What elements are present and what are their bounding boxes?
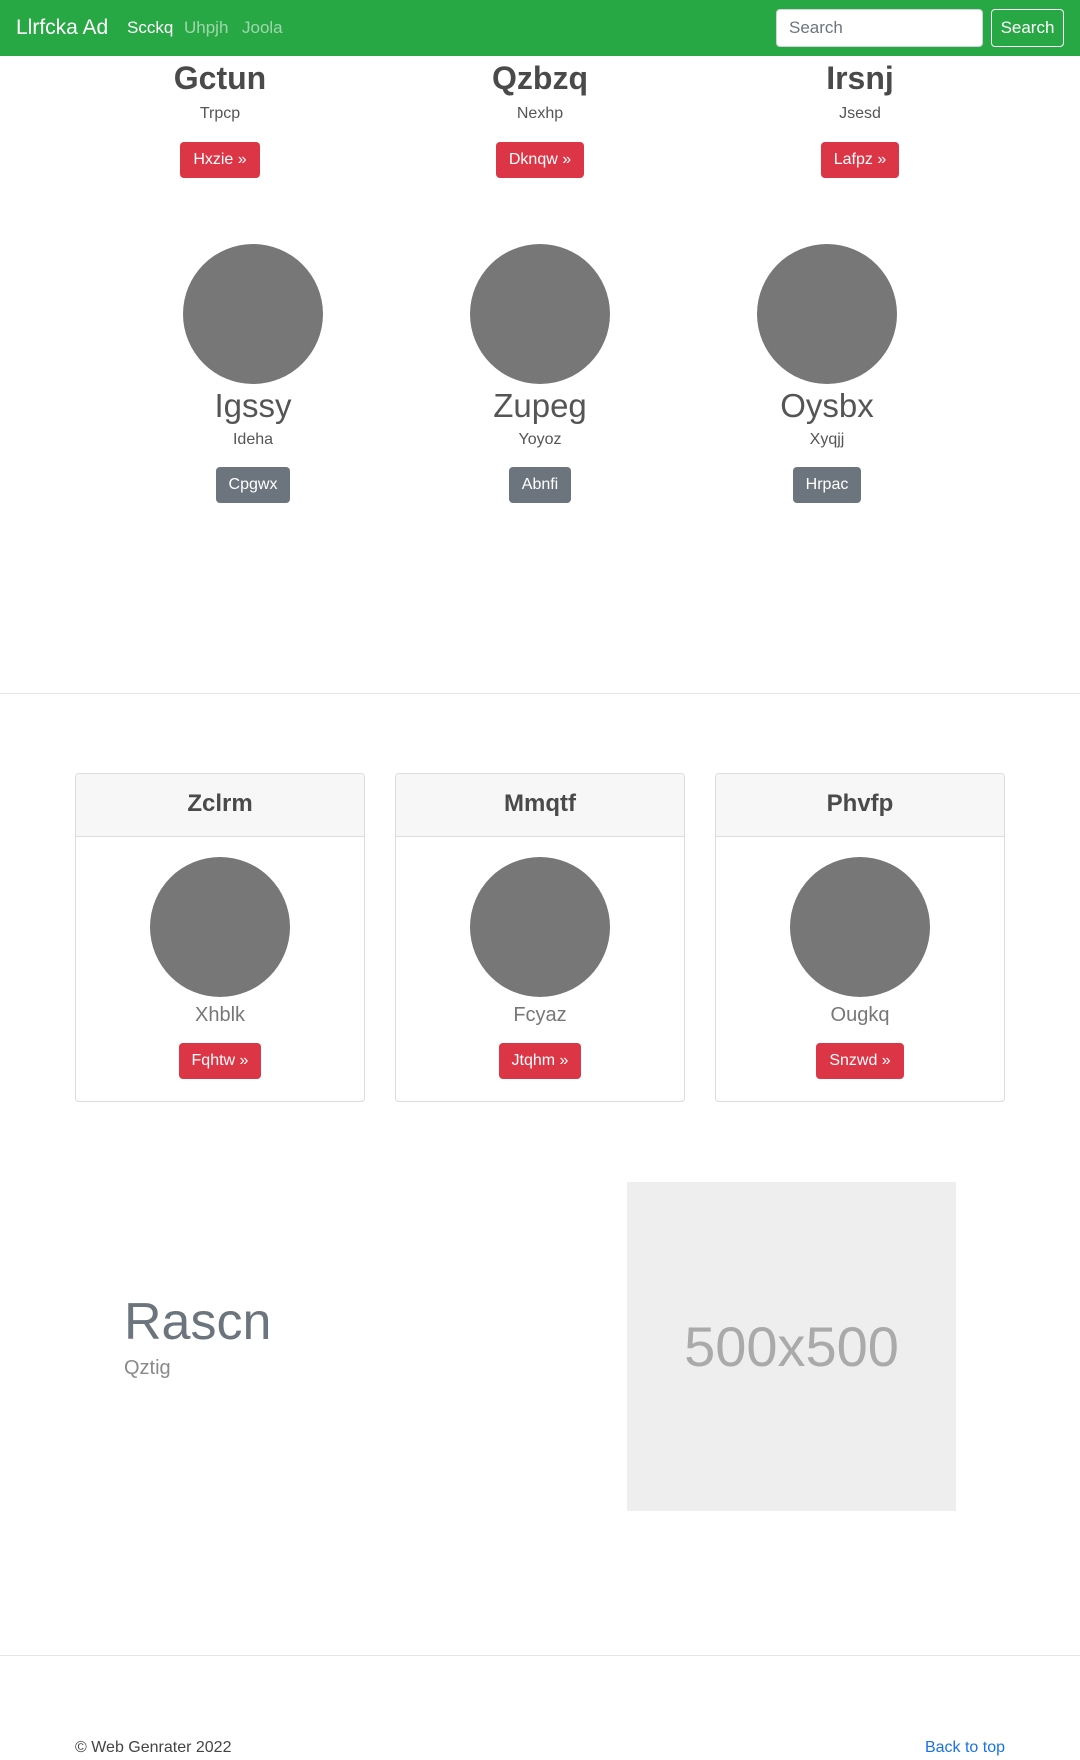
card-name: Ougkq [830, 1004, 890, 1026]
nav-link-joola[interactable]: Joola [242, 18, 283, 38]
profile-subtitle: Ideha [232, 431, 274, 448]
card: Zclrm Xhblk Fqhtw » [75, 773, 365, 1102]
card-button[interactable]: Snzwd » [816, 1043, 904, 1079]
top-column: Irsnj Jsesd Lafpz » [760, 58, 960, 178]
card: Mmqtf Fcyaz Jtqhm » [395, 773, 685, 1102]
featurette-subtitle: Qztig [124, 1357, 171, 1379]
back-to-top-link[interactable]: Back to top [925, 1738, 1005, 1758]
search-button[interactable]: Search [991, 9, 1064, 47]
profile-column: Oysbx Xyqjj Hrpac [727, 244, 927, 503]
navbar-brand[interactable]: Llrfcka Ad [16, 15, 108, 41]
nav-link-uhpjh[interactable]: Uhpjh [184, 18, 228, 38]
card-body: Ougkq Snzwd » [716, 837, 1004, 1079]
profile-subtitle: Yoyoz [518, 431, 562, 448]
profile-name: Zupeg [493, 387, 587, 424]
footer-copyright: © Web Genrater 2022 [75, 1739, 232, 1756]
search-input[interactable] [776, 9, 983, 47]
profile-name: Igssy [214, 387, 292, 424]
card: Phvfp Ougkq Snzwd » [715, 773, 1005, 1102]
avatar [470, 244, 610, 384]
card-body: Xhblk Fqhtw » [76, 837, 364, 1079]
profile-button[interactable]: Abnfi [508, 467, 572, 503]
profile-button[interactable]: Cpgwx [215, 467, 291, 503]
placeholder-label: 500x500 [684, 1315, 899, 1378]
profile-column: Igssy Ideha Cpgwx [153, 244, 353, 503]
profile-button[interactable]: Hrpac [792, 467, 862, 503]
section-divider [0, 693, 1080, 694]
avatar [150, 857, 290, 997]
avatar [470, 857, 610, 997]
card-body: Fcyaz Jtqhm » [396, 837, 684, 1079]
navbar: Llrfcka Ad Scckq Uhpjh Joola Search [0, 0, 1080, 56]
column-title: Qzbzq [492, 60, 588, 96]
profile-column: Zupeg Yoyoz Abnfi [440, 244, 640, 503]
column-button[interactable]: Dknqw » [495, 142, 585, 178]
column-button[interactable]: Lafpz » [820, 142, 900, 178]
nav-link-scckq[interactable]: Scckq [127, 18, 173, 38]
footer-divider [0, 1655, 1080, 1656]
card-name: Fcyaz [513, 1004, 567, 1026]
top-column: Qzbzq Nexhp Dknqw » [440, 58, 640, 178]
card-button[interactable]: Jtqhm » [498, 1043, 582, 1079]
profile-name: Oysbx [780, 387, 874, 424]
column-subtitle: Trpcp [199, 105, 241, 122]
column-subtitle: Nexhp [516, 105, 564, 122]
avatar [183, 244, 323, 384]
card-name: Xhblk [194, 1004, 246, 1026]
column-button[interactable]: Hxzie » [180, 142, 260, 178]
column-subtitle: Jsesd [839, 105, 881, 122]
avatar [757, 244, 897, 384]
column-title: Irsnj [826, 60, 894, 96]
column-title: Gctun [173, 60, 267, 96]
featurette-title: Rascn [124, 1293, 272, 1351]
card-button[interactable]: Fqhtw » [178, 1043, 262, 1079]
top-column: Gctun Trpcp Hxzie » [120, 58, 320, 178]
placeholder-image: 500x500 [627, 1182, 956, 1511]
card-header: Mmqtf [396, 774, 684, 837]
card-header: Zclrm [76, 774, 364, 837]
profile-subtitle: Xyqjj [809, 431, 845, 448]
avatar [790, 857, 930, 997]
card-header: Phvfp [716, 774, 1004, 837]
